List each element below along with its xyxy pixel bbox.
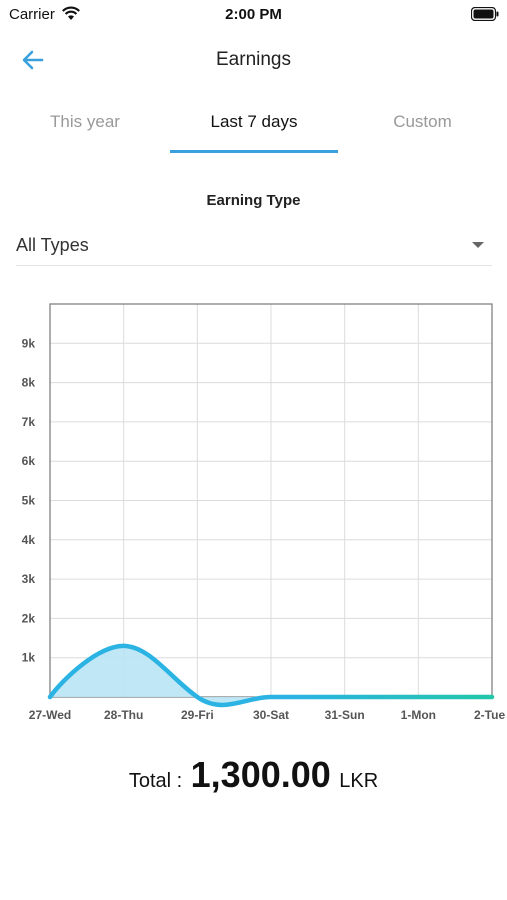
battery-icon	[470, 6, 499, 26]
y-tick-label: 9k	[22, 336, 36, 350]
x-tick-label: 29-Fri	[181, 708, 214, 722]
total-summary: Total : 1,300.00 LKR	[0, 754, 507, 796]
nav-bar: Earnings	[0, 40, 507, 80]
active-tab-indicator	[170, 150, 338, 153]
caret-down-icon	[472, 242, 484, 248]
total-currency: LKR	[339, 770, 379, 792]
x-tick-label: 31-Sun	[325, 708, 365, 722]
x-tick-label: 30-Sat	[253, 708, 289, 722]
tab-this-year[interactable]: This year	[0, 104, 170, 152]
y-tick-label: 1k	[22, 651, 36, 665]
earning-type-dropdown[interactable]: All Types	[16, 226, 492, 266]
data-point	[195, 695, 199, 699]
earning-type-label: Earning Type	[206, 192, 301, 209]
y-tick-label: 5k	[22, 494, 36, 508]
x-tick-label: 2-Tue	[474, 708, 505, 722]
status-time: 2:00 PM	[225, 6, 282, 23]
y-tick-label: 6k	[22, 454, 36, 468]
tab-last-7-days[interactable]: Last 7 days	[170, 104, 338, 152]
status-bar: Carrier 2:00 PM	[0, 0, 507, 28]
data-point	[343, 695, 347, 699]
x-tick-label: 1-Mon	[401, 708, 436, 722]
x-tick-label: 28-Thu	[104, 708, 143, 722]
y-tick-label: 8k	[22, 376, 36, 390]
data-point	[48, 695, 52, 699]
total-value: 1,300.00	[190, 754, 331, 795]
earnings-chart: 1k 2k 3k 4k 5k 6k 7k 8k 9k 27-Wed 28-Thu 29-Fri 30-S…	[22, 303, 505, 722]
page-title: Earnings	[216, 49, 291, 70]
y-tick-label: 2k	[22, 611, 36, 625]
data-point	[490, 695, 494, 699]
data-point	[416, 695, 420, 699]
y-tick-label: 4k	[22, 533, 36, 547]
y-tick-label: 7k	[22, 415, 36, 429]
period-tabs: This year Last 7 days Custom	[0, 104, 507, 154]
x-tick-label: 27-Wed	[29, 708, 71, 722]
total-label: Total :	[128, 770, 183, 792]
y-tick-label: 3k	[22, 572, 36, 586]
dropdown-selected-value: All Types	[16, 235, 89, 255]
data-point	[269, 695, 273, 699]
tab-custom[interactable]: Custom	[338, 104, 507, 152]
data-point	[122, 644, 126, 648]
